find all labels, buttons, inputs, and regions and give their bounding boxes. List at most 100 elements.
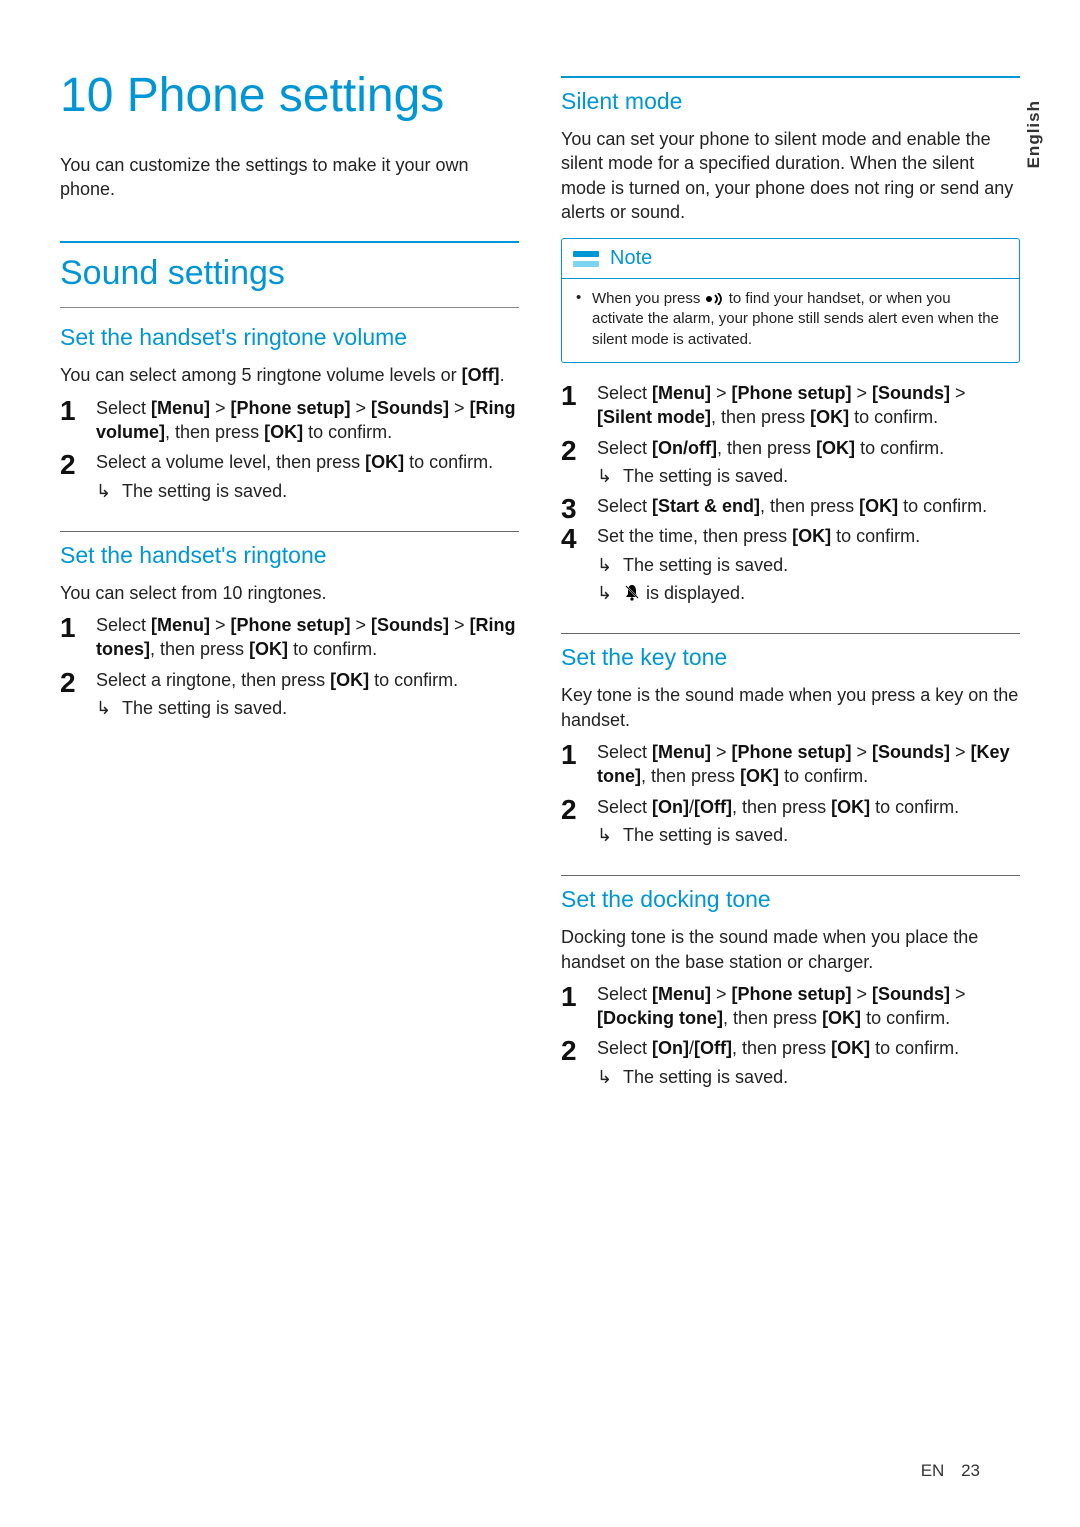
- step: 1 Select [Menu] > [Phone setup] > [Sound…: [60, 396, 519, 445]
- text: to confirm.: [288, 639, 377, 659]
- ring-volume-steps: 1 Select [Menu] > [Phone setup] > [Sound…: [60, 396, 519, 503]
- text: , then press: [150, 639, 249, 659]
- step-number: 2: [60, 446, 76, 484]
- bold: [Silent mode]: [597, 407, 711, 427]
- text: .: [500, 365, 505, 385]
- text: >: [950, 383, 966, 403]
- left-column: 10 Phone settings You can customize the …: [60, 70, 519, 1095]
- step-number: 1: [60, 392, 76, 430]
- bold: [Sounds]: [872, 383, 950, 403]
- sub-rule: [60, 531, 519, 532]
- bold: [Sounds]: [872, 984, 950, 1004]
- bold: [On]: [652, 797, 689, 817]
- bold: [OK]: [859, 496, 898, 516]
- text: >: [210, 615, 231, 635]
- text: to confirm.: [404, 452, 493, 472]
- step-number: 2: [561, 1032, 577, 1070]
- step-result: The setting is saved.: [96, 479, 519, 503]
- sub-keytone-intro: Key tone is the sound made when you pres…: [561, 683, 1020, 732]
- note-box: Note When you press to find your handset…: [561, 238, 1020, 363]
- footer-page: 23: [961, 1461, 980, 1480]
- note-label: Note: [610, 245, 652, 272]
- step-number: 2: [60, 664, 76, 702]
- text: Select: [597, 984, 652, 1004]
- bold: [Phone setup]: [231, 398, 351, 418]
- step: 2 Select [On/off], then press [OK] to co…: [561, 436, 1020, 489]
- step: 2 Select a ringtone, then press [OK] to …: [60, 668, 519, 721]
- step: 1 Select [Menu] > [Phone setup] > [Sound…: [60, 613, 519, 662]
- sub-ring-volume-intro: You can select among 5 ringtone volume l…: [60, 363, 519, 387]
- bold: [Docking tone]: [597, 1008, 723, 1028]
- text: Select: [597, 496, 652, 516]
- text: , then press: [732, 1038, 831, 1058]
- chapter-number: 10: [60, 69, 113, 122]
- section-sound-title: Sound settings: [60, 251, 519, 297]
- bold: [Menu]: [652, 383, 711, 403]
- bold: [OK]: [816, 438, 855, 458]
- text: >: [950, 742, 971, 762]
- bold: [Phone setup]: [732, 383, 852, 403]
- bold: [Phone setup]: [732, 742, 852, 762]
- silent-bell-icon: [623, 583, 646, 603]
- sub-ringtone-intro: You can select from 10 ringtones.: [60, 581, 519, 605]
- sub-docking-intro: Docking tone is the sound made when you …: [561, 925, 1020, 974]
- text: to confirm.: [849, 407, 938, 427]
- chapter-name: Phone settings: [127, 69, 445, 122]
- step: 2 Select [On]/[Off], then press [OK] to …: [561, 795, 1020, 848]
- sub-rule: [561, 633, 1020, 634]
- step-result: is displayed.: [597, 581, 1020, 605]
- sub-rule: [561, 76, 1020, 78]
- text: to confirm.: [831, 526, 920, 546]
- text: to confirm.: [369, 670, 458, 690]
- step: 4 Set the time, then press [OK] to confi…: [561, 524, 1020, 605]
- step: 2 Select [On]/[Off], then press [OK] to …: [561, 1036, 1020, 1089]
- bold: [Phone setup]: [732, 984, 852, 1004]
- bold: [On/off]: [652, 438, 717, 458]
- text: , then press: [165, 422, 264, 442]
- step-result: The setting is saved.: [597, 464, 1020, 488]
- section-rule-bot: [60, 307, 519, 308]
- text: to confirm.: [898, 496, 987, 516]
- text: Select a ringtone, then press: [96, 670, 330, 690]
- text: >: [351, 615, 372, 635]
- step: 2 Select a volume level, then press [OK]…: [60, 450, 519, 503]
- text: , then press: [641, 766, 740, 786]
- text: Select: [597, 797, 652, 817]
- note-icon: [572, 247, 600, 271]
- text: When you press: [592, 290, 705, 307]
- bold: [OK]: [264, 422, 303, 442]
- step-number: 1: [60, 609, 76, 647]
- text: , then press: [723, 1008, 822, 1028]
- text: Select: [597, 438, 652, 458]
- text: Select: [597, 383, 652, 403]
- text: Select: [96, 398, 151, 418]
- step-number: 2: [561, 432, 577, 470]
- text: >: [852, 984, 873, 1004]
- sub-silent-intro: You can set your phone to silent mode an…: [561, 127, 1020, 224]
- step: 1 Select [Menu] > [Phone setup] > [Sound…: [561, 740, 1020, 789]
- bold: [Sounds]: [872, 742, 950, 762]
- sub-rule: [561, 875, 1020, 876]
- text: >: [449, 615, 470, 635]
- text: to confirm.: [870, 797, 959, 817]
- bold: [Start & end]: [652, 496, 760, 516]
- text: You can select among 5 ringtone volume l…: [60, 365, 462, 385]
- step: 1 Select [Menu] > [Phone setup] > [Sound…: [561, 982, 1020, 1031]
- text: >: [852, 383, 873, 403]
- bold: [OK]: [792, 526, 831, 546]
- language-tab: English: [1023, 100, 1046, 168]
- text: >: [711, 742, 732, 762]
- bold: [Menu]: [151, 398, 210, 418]
- right-column: Silent mode You can set your phone to si…: [561, 70, 1020, 1095]
- sub-docking-title: Set the docking tone: [561, 884, 1020, 915]
- keytone-steps: 1 Select [Menu] > [Phone setup] > [Sound…: [561, 740, 1020, 847]
- text: , then press: [760, 496, 859, 516]
- text: , then press: [711, 407, 810, 427]
- page-content: 10 Phone settings You can customize the …: [0, 0, 1080, 1145]
- text: Set the time, then press: [597, 526, 792, 546]
- text: >: [711, 383, 732, 403]
- chapter-intro: You can customize the settings to make i…: [60, 153, 519, 202]
- bold: [Sounds]: [371, 615, 449, 635]
- bold: [OK]: [365, 452, 404, 472]
- page-icon: [705, 290, 725, 307]
